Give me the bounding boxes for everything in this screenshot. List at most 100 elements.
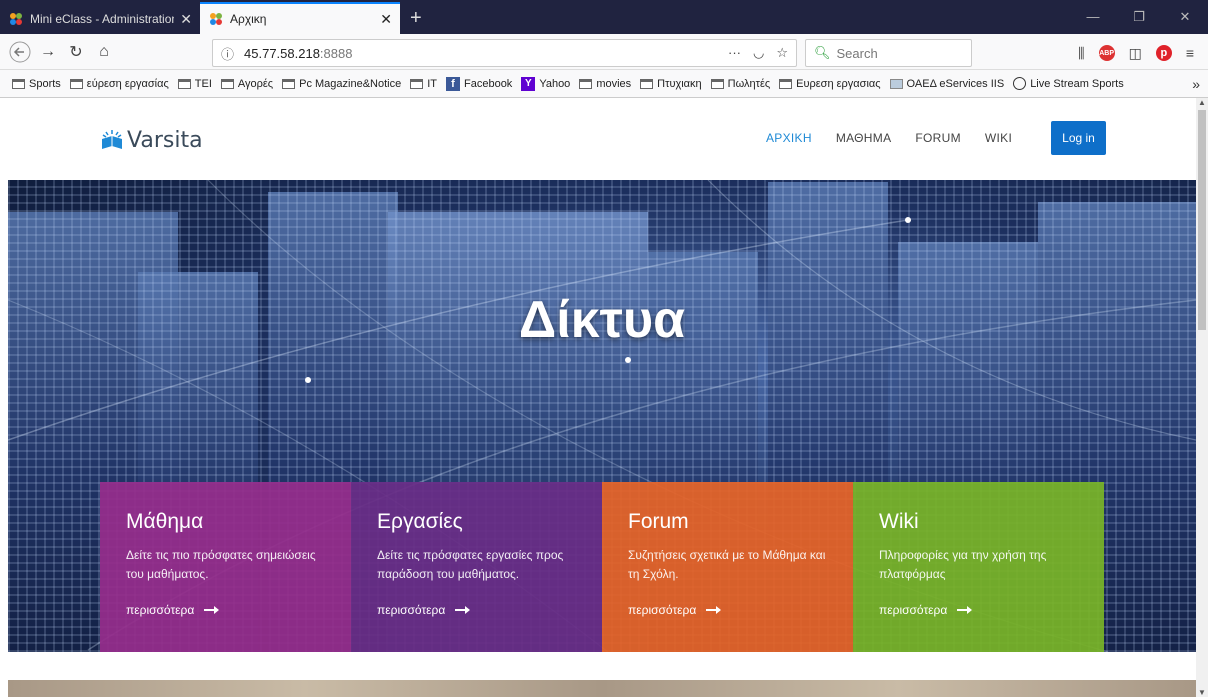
site-nav: ΑΡΧΙΚΗ ΜΑΘΗΜΑ FORUM WIKI [766,131,1012,145]
bookmark-item[interactable]: εύρεση εργασίας [69,77,169,90]
url-bar[interactable]: ⓘ 45.77.58.218:8888 ··· ◡ ☆ [212,39,797,67]
card-more-link[interactable]: περισσότερα [879,603,973,617]
sidebar-icon[interactable]: ◫ [1129,45,1142,62]
scroll-up-icon[interactable]: ▲ [1196,98,1208,107]
info-icon[interactable]: ⓘ [221,44,234,63]
bookmark-item[interactable]: IT [410,78,437,90]
pinterest-icon[interactable]: p [1155,45,1172,61]
bookmark-label: Facebook [464,77,513,90]
restore-icon[interactable]: ❐ [1116,0,1162,34]
bookmark-label: movies [596,77,632,90]
reload-icon[interactable]: ↻ [62,38,90,66]
window-controls: — ❐ ✕ [1070,0,1208,34]
home-icon[interactable]: ⌂ [90,38,118,66]
bookmark-label: IT [427,77,437,90]
close-window-icon[interactable]: ✕ [1162,0,1208,34]
tab-close-icon[interactable]: ✕ [380,11,392,28]
bookmark-item[interactable]: TEI [177,77,212,90]
hero-title: Δίκτυα [518,291,686,349]
card-mathima: Μάθημα Δείτε τις πιο πρόσφατες σημειώσει… [100,482,351,652]
nav-item-wiki[interactable]: WIKI [985,131,1012,145]
folder-icon [710,78,724,89]
card-ergasies: Εργασίες Δείτε τις πρόσφατες εργασίες πρ… [351,482,602,652]
tab-mini-eclass[interactable]: Mini eClass - Administration - I ✕ [0,4,200,34]
next-section-banner [8,680,1196,697]
search-icon: 🔍︎ [814,45,831,60]
nav-item-forum[interactable]: FORUM [915,131,961,145]
card-text: Δείτε τις πιο πρόσφατες σημειώσεις του μ… [126,548,316,581]
card-more-link[interactable]: περισσότερα [377,603,471,617]
bookmarks-overflow-icon[interactable]: » [1192,76,1200,92]
globe-icon [1013,77,1027,90]
arrow-right-icon [455,606,471,614]
folder-icon [640,78,654,89]
menu-icon[interactable]: ≡ [1186,45,1194,61]
bookmark-star-icon[interactable]: ☆ [776,45,788,61]
bookmark-label: εύρεση εργασίας [86,77,169,90]
adblock-icon[interactable]: ABP [1098,45,1115,61]
url-port: :8888 [319,45,353,61]
folder-icon [410,78,424,89]
page-actions-icon[interactable]: ··· [728,45,741,61]
card-title: Εργασίες [377,510,463,533]
card-text: Δείτε τις πρόσφατες εργασίες προς παράδο… [377,548,564,581]
bookmarks-bar: Sports εύρεση εργασίας TEI Αγορές Pc Magazin… [0,70,1208,98]
tab-title: Αρχικη [230,12,267,26]
folder-icon [779,78,793,89]
bookmark-item[interactable]: Live Stream Sports [1013,77,1124,90]
nav-item-mathima[interactable]: ΜΑΘΗΜΑ [836,131,892,145]
browser-titlebar: Mini eClass - Administration - I ✕ Αρχικ… [0,0,1208,34]
minimize-icon[interactable]: — [1070,0,1116,34]
arrow-right-icon [204,606,220,614]
bookmark-label: ΟΑΕΔ eServices IIS [906,77,1005,90]
card-title: Forum [628,510,689,533]
bookmark-label: Pc Magazine&Notice [299,77,402,90]
folder-icon [282,78,296,89]
bookmark-item[interactable]: Y Yahoo [521,76,570,91]
bookmark-item[interactable]: Ευρεση εργασιας [779,78,881,90]
page-viewport: Varsita ΑΡΧΙΚΗ ΜΑΘΗΜΑ FORUM WIKI Log in … [0,98,1208,697]
card-text: Πληροφορίες για την χρήση της πλατφόρμας [879,548,1047,581]
bookmark-item[interactable]: Αγορές [220,77,274,90]
bookmark-label: Sports [29,77,61,90]
eclass-favicon-icon [8,11,24,27]
bookmark-item[interactable]: f Facebook [446,76,513,91]
new-tab-icon[interactable]: + [400,4,432,34]
card-wiki: Wiki Πληροφορίες για την χρήση της πλατφ… [853,482,1104,652]
bookmark-item[interactable]: Sports [12,78,61,90]
bookmark-item[interactable]: Πτυχιακη [640,78,702,90]
pocket-icon[interactable]: ◡ [753,45,764,61]
forward-icon[interactable]: → [34,38,62,66]
bookmark-label: TEI [194,77,212,90]
page-scrollbar[interactable]: ▲ ▼ [1196,98,1208,697]
card-more-link[interactable]: περισσότερα [628,603,722,617]
tab-close-icon[interactable]: ✕ [180,11,192,28]
nav-item-archiki[interactable]: ΑΡΧΙΚΗ [766,131,812,145]
folder-icon [69,78,83,89]
toolbar-icons: ⫼ ABP ◫ p ≡ [1078,39,1208,67]
book-logo-icon [100,129,124,152]
library-icon[interactable]: ⫼ [1078,45,1084,62]
arrow-right-icon [957,606,973,614]
bookmark-label: Αγορές [237,77,274,90]
eclass-favicon-icon [208,11,224,27]
back-icon[interactable] [6,38,34,66]
bookmark-label: Live Stream Sports [1030,77,1124,90]
bookmark-item[interactable]: ΟΑΕΔ eServices IIS [889,77,1005,90]
scrollbar-thumb[interactable] [1198,110,1206,330]
bookmark-item[interactable]: movies [579,78,631,90]
page-icon [889,78,903,89]
tab-archiki[interactable]: Αρχικη ✕ [200,2,400,34]
logo-text: Varsita [127,128,203,153]
yahoo-icon: Y [521,76,536,91]
scroll-down-icon[interactable]: ▼ [1196,688,1208,697]
login-button[interactable]: Log in [1051,121,1106,155]
card-text: Συζητήσεις σχετικά με το Μάθημα και τη Σ… [628,548,826,581]
bookmark-item[interactable]: Πωλητές [710,78,770,90]
search-input[interactable]: 🔍︎ Search [805,39,972,67]
card-more-link[interactable]: περισσότερα [126,603,220,617]
site-logo[interactable]: Varsita [100,128,203,153]
feature-cards: Μάθημα Δείτε τις πιο πρόσφατες σημειώσει… [100,482,1105,652]
bookmark-item[interactable]: Pc Magazine&Notice [282,78,401,90]
card-title: Μάθημα [126,510,204,533]
